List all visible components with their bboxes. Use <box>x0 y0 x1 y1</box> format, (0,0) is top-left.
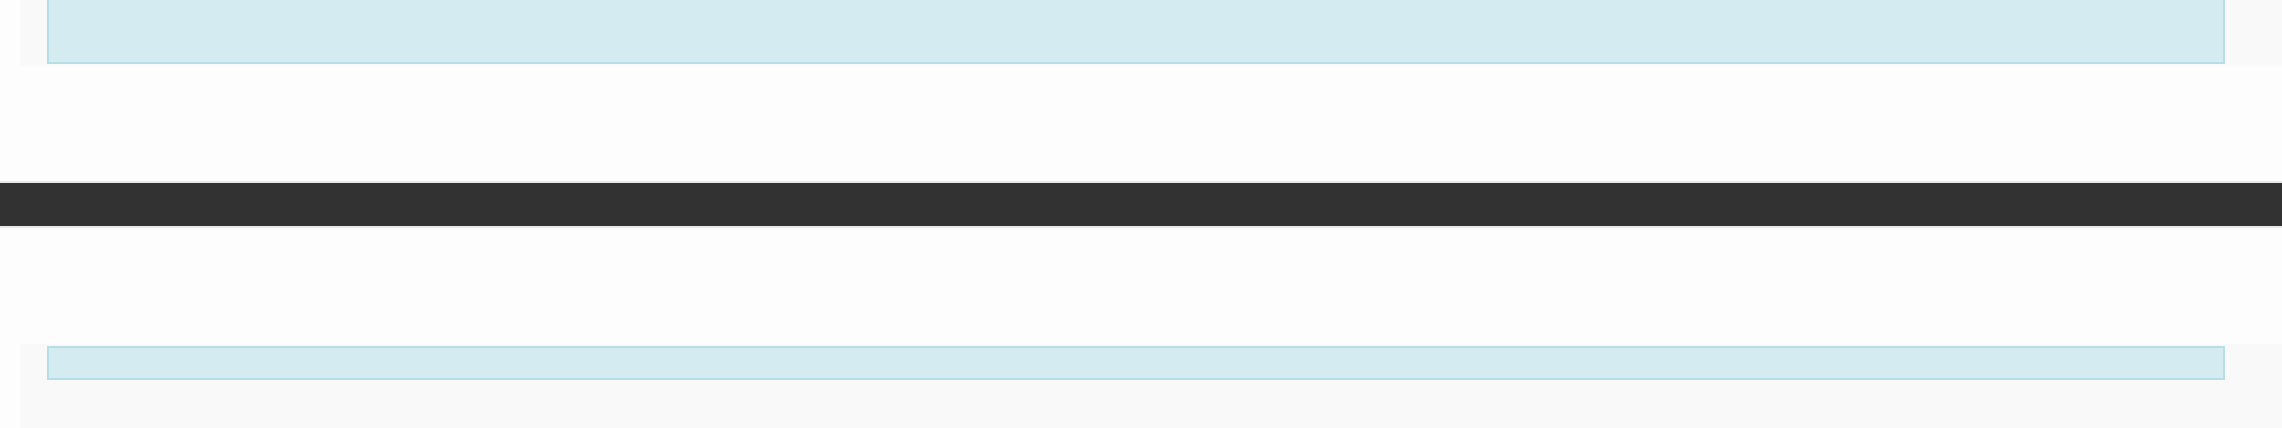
bottom-info-alert <box>47 346 2225 380</box>
page <box>0 0 2282 428</box>
divider-bottom <box>0 226 2282 228</box>
top-info-alert <box>47 0 2225 64</box>
dark-navigation-bar <box>0 183 2282 226</box>
